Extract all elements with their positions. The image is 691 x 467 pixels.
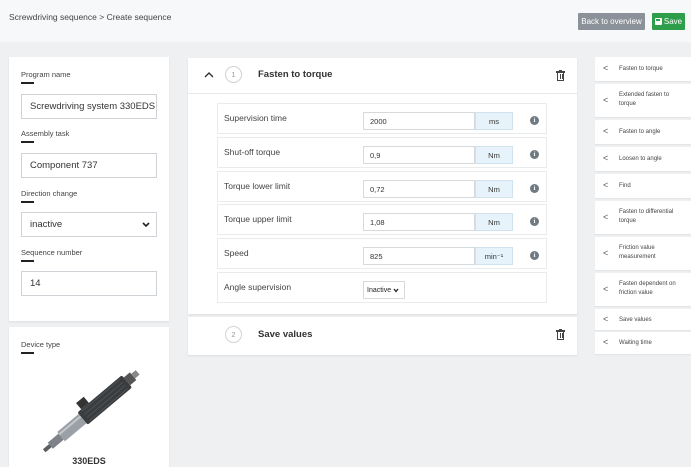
assembly-task-label: Assembly task [21,129,70,138]
step-library-item-loosen-to-angle[interactable]: < Loosen to angle [595,147,691,171]
label-underline [21,201,34,203]
speed-input[interactable]: 825 [363,247,475,265]
program-settings-card: Program name Screwdriving system 330EDS … [9,57,169,321]
device-name: 330EDS [72,456,106,466]
chevron-left-icon: < [603,95,609,105]
unit-label: min⁻¹ [475,247,513,265]
step-library-item-label: Fasten to angle [619,129,661,135]
chevron-up-icon[interactable] [203,69,215,81]
program-name-label: Program name [21,70,71,79]
chevron-down-icon [393,288,399,293]
parameter-row-torque-lower-limit: Torque lower limit 0,72 Nm i [217,171,547,202]
torque-upper-limit-input[interactable]: 1,08 [363,213,475,231]
parameter-row-supervision-time: Supervision time 2000 ms i [217,103,547,134]
screwdriver-image [42,370,140,452]
step-library-item-label: Extended fasten to torque [619,92,670,107]
step-card-fasten-to-torque: 1 Fasten to torque Supervision time 2000… [188,58,577,314]
step-number-badge: 1 [225,66,242,83]
save-button[interactable]: Save [652,13,685,30]
step-library-item-label: Save values [619,317,652,323]
top-bar: Screwdriving sequence > Create sequence … [0,0,691,42]
step-library-item-label: Waiting time [619,340,652,346]
shut-off-torque-input[interactable]: 0,9 [363,146,475,164]
chevron-left-icon: < [603,248,609,258]
chevron-left-icon: < [603,212,609,222]
supervision-time-input[interactable]: 2000 [363,112,475,130]
parameter-row-torque-upper-limit: Torque upper limit 1,08 Nm i [217,204,547,235]
step-library-item-fasten-to-torque[interactable]: < Fasten to torque [595,57,691,81]
step-number-badge: 2 [225,326,242,343]
direction-change-select[interactable]: inactive [21,212,157,237]
parameter-label: Torque upper limit [224,214,292,224]
step-library-item-label: Fasten to torque [619,66,663,72]
parameter-row-angle-supervision: Angle supervision Inactive [217,272,547,303]
step-library-item-fasten-dependent-on-friction-value[interactable]: < Fasten dependent on friction value [595,273,691,306]
program-name-input[interactable]: Screwdriving system 330EDS [21,94,157,119]
step-library-item-waiting-time[interactable]: < Waiting time [595,332,691,354]
device-type-label: Device type [21,340,61,349]
trash-icon[interactable] [556,70,565,81]
breadcrumb: Screwdriving sequence > Create sequence [9,12,172,22]
step-library-item-find[interactable]: < Find [595,174,691,198]
unit-label: Nm [475,180,513,198]
step-library-item-label: Fasten dependent on friction value [619,281,676,296]
label-underline [21,352,34,354]
sequence-number-input[interactable]: 14 [21,271,157,296]
parameter-row-speed: Speed 825 min⁻¹ i [217,238,547,269]
chevron-left-icon: < [603,153,609,163]
parameter-label: Angle supervision [224,282,292,292]
step-title: Fasten to torque [258,69,333,80]
info-icon[interactable]: i [530,116,539,125]
direction-change-label: Direction change [21,189,78,198]
step-library-item-extended-fasten-to-torque[interactable]: < Extended fasten to torque [595,84,691,117]
direction-change-value: inactive [30,219,63,230]
info-icon[interactable]: i [530,184,539,193]
label-underline [21,141,34,143]
angle-supervision-value: Inactive [367,286,392,294]
step-library-item-friction-value-measurement[interactable]: < Friction value measurement [595,237,691,270]
device-type-card: Device type 330EDS [9,327,169,467]
step-library-item-label: Friction value measurement [619,245,656,260]
chevron-left-icon: < [603,63,609,73]
chevron-left-icon: < [603,180,609,190]
chevron-left-icon: < [603,337,609,347]
sequence-number-label: Sequence number [21,248,83,257]
chevron-down-icon [142,221,150,227]
torque-lower-limit-input[interactable]: 0,72 [363,180,475,198]
step-library-item-fasten-to-differential-torque[interactable]: < Fasten to differential torque [595,201,691,234]
step-library-item-fasten-to-angle[interactable]: < Fasten to angle [595,120,691,144]
step-library-item-save-values[interactable]: < Save values [595,309,691,330]
info-icon[interactable]: i [530,217,539,226]
trash-icon[interactable] [556,329,565,340]
chevron-left-icon: < [603,314,609,324]
save-button-label: Save [663,17,683,26]
parameter-label: Shut-off torque [224,147,281,157]
step-library-item-label: Loosen to angle [619,156,662,162]
step-library-item-label: Find [619,183,631,189]
unit-label: Nm [475,213,513,231]
chevron-left-icon: < [603,284,609,294]
parameter-row-shut-off-torque: Shut-off torque 0,9 Nm i [217,137,547,168]
chevron-left-icon: < [603,126,609,136]
assembly-task-input[interactable]: Component 737 [21,153,157,178]
step-header[interactable]: 1 Fasten to torque [188,58,577,94]
info-icon[interactable]: i [530,251,539,260]
parameter-label: Speed [224,248,249,258]
step-title: Save values [258,329,313,340]
floppy-disk-icon [654,18,662,25]
parameter-label: Supervision time [224,113,287,123]
label-underline [21,82,34,84]
step-library-item-label: Fasten to differential torque [619,209,674,224]
label-underline [21,260,34,262]
back-to-overview-button[interactable]: Back to overview [578,13,645,30]
angle-supervision-select[interactable]: Inactive [363,281,405,299]
unit-label: Nm [475,146,513,164]
step-card-save-values[interactable]: 2 Save values [188,317,577,355]
parameter-label: Torque lower limit [224,181,291,191]
info-icon[interactable]: i [530,150,539,159]
unit-label: ms [475,112,513,130]
